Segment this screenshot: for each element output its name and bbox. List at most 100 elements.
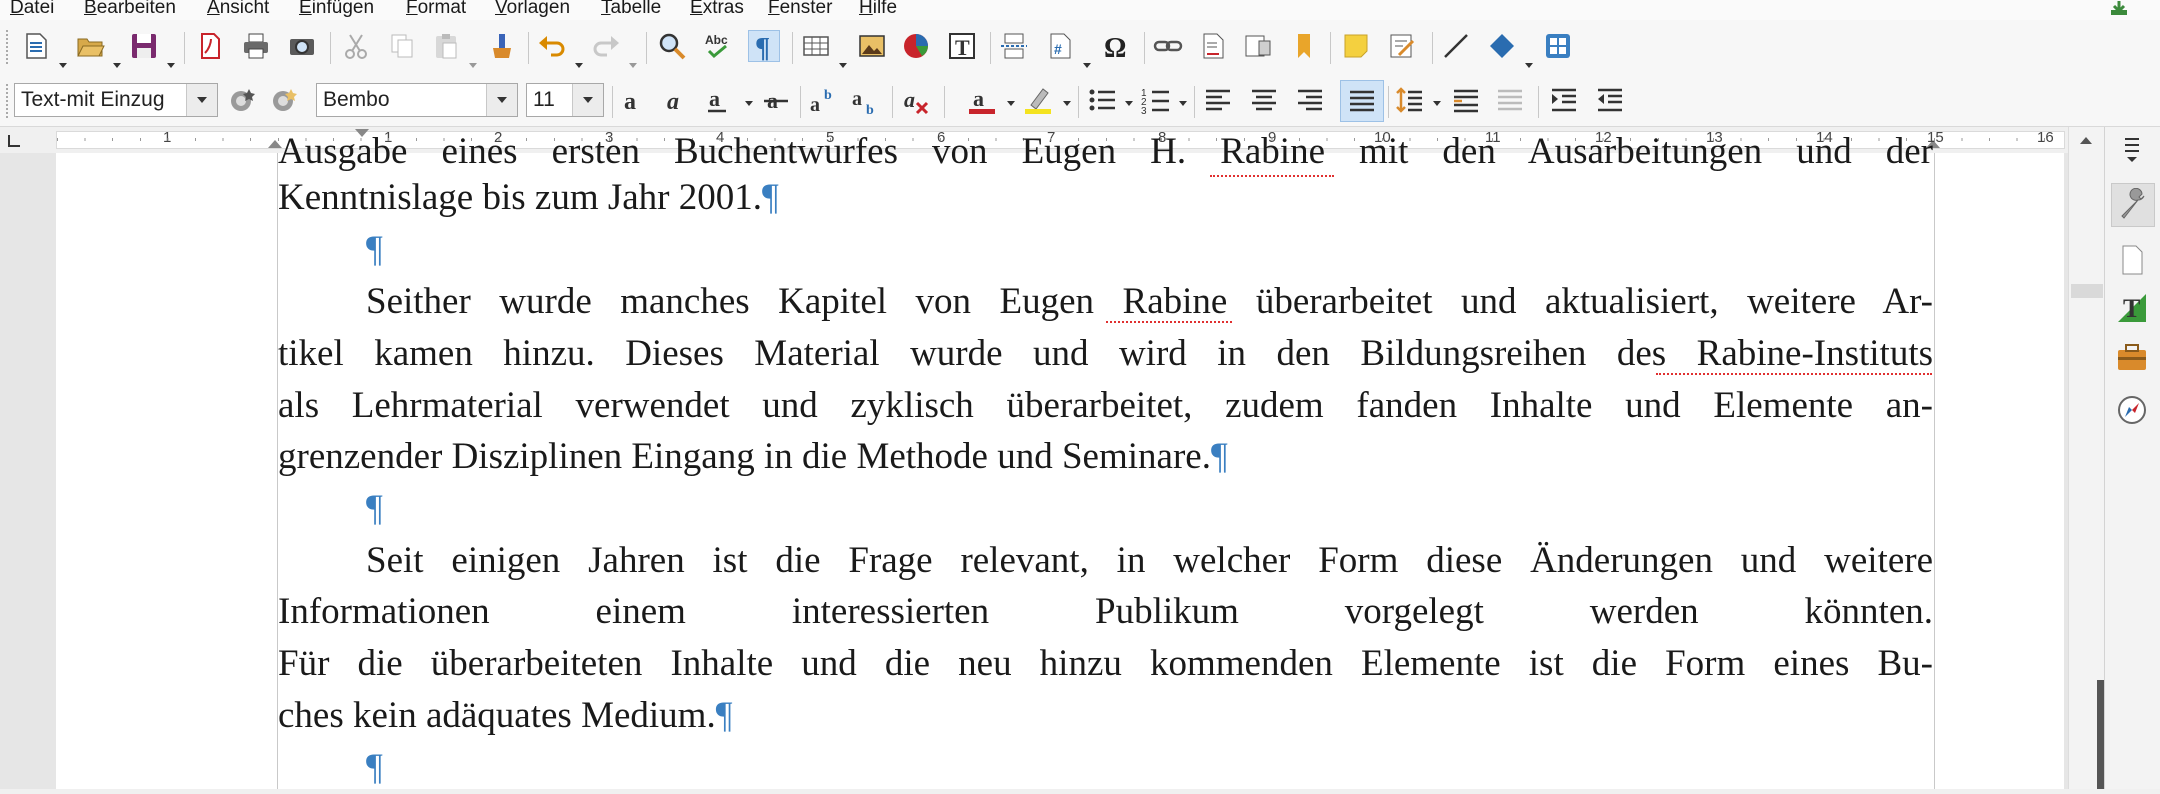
text-line[interactable]: als Lehrmaterial verwendet und zyklisch … (278, 380, 1933, 432)
chevron-down-icon[interactable] (572, 84, 603, 116)
find-replace-icon[interactable] (656, 30, 688, 62)
text-line[interactable]: Für die überarbeiteten Inhalte und die n… (278, 638, 1933, 690)
print-preview-icon[interactable] (286, 30, 318, 62)
text-line[interactable]: grenzender Disziplinen Eingang in die Me… (278, 431, 1933, 483)
insert-image-icon[interactable] (856, 30, 888, 62)
bullet-list-icon[interactable] (1086, 84, 1118, 116)
font-name-combo[interactable]: Bembo (316, 83, 518, 117)
underline-dropdown-icon[interactable] (744, 100, 754, 108)
hyperlink-icon[interactable] (1152, 30, 1184, 62)
empty-line[interactable]: ¶ (278, 224, 2021, 276)
insert-textbox-icon[interactable]: T (946, 30, 978, 62)
clear-formatting-icon[interactable]: a (900, 84, 932, 116)
menu-hilfe[interactable]: Hilfe (859, 0, 897, 19)
align-right-icon[interactable] (1294, 84, 1326, 116)
styles-icon[interactable]: T (2111, 287, 2153, 329)
decrease-paragraph-spacing-icon[interactable] (1494, 84, 1526, 116)
redo-dropdown-icon[interactable] (628, 62, 638, 70)
track-changes-icon[interactable] (1386, 30, 1418, 62)
tab-stop-icon[interactable] (8, 135, 20, 147)
line-spacing-icon[interactable] (1394, 84, 1426, 116)
italic-icon[interactable]: a (660, 84, 692, 116)
font-color-icon[interactable]: a (966, 84, 998, 116)
menu-bearbeiten[interactable]: Bearbeiten (84, 0, 176, 19)
superscript-icon[interactable]: ab (808, 84, 840, 116)
new-document-icon[interactable] (20, 30, 52, 62)
menu-einfuegen[interactable]: Einfügen (299, 0, 374, 19)
insert-table-icon[interactable] (800, 30, 832, 62)
subscript-icon[interactable]: ab (850, 84, 882, 116)
scroll-thumb[interactable] (2071, 284, 2103, 298)
bullet-dropdown-icon[interactable] (1124, 100, 1134, 108)
increase-indent-icon[interactable] (1548, 84, 1580, 116)
drawing-toolbar-icon[interactable] (1542, 30, 1574, 62)
numbered-list-icon[interactable]: 123 (1140, 84, 1172, 116)
undo-icon[interactable] (536, 30, 568, 62)
properties-icon[interactable] (2111, 183, 2155, 227)
cut-icon[interactable] (340, 30, 372, 62)
paragraph-style-combo[interactable]: Text-mit Einzug (14, 83, 218, 117)
field-dropdown-icon[interactable] (1082, 62, 1092, 70)
menu-datei[interactable]: Datei (10, 0, 54, 19)
scroll-up-icon[interactable] (2079, 135, 2093, 145)
menu-vorlagen[interactable]: Vorlagen (495, 0, 570, 19)
text-line[interactable]: Informationen einem interessierten Publi… (278, 586, 1933, 638)
toolbar-grip[interactable] (6, 30, 12, 64)
insert-chart-icon[interactable] (900, 30, 932, 62)
open-folder-icon[interactable] (74, 30, 106, 62)
navigator-icon[interactable] (2111, 389, 2153, 431)
copy-icon[interactable] (386, 30, 418, 62)
export-pdf-icon[interactable] (194, 30, 226, 62)
insert-field-icon[interactable]: # (1044, 30, 1076, 62)
special-character-icon[interactable]: Ω (1100, 30, 1132, 62)
paste-icon[interactable] (430, 30, 462, 62)
new-dropdown-icon[interactable] (58, 62, 68, 70)
sidebar-menu-icon[interactable] (2111, 127, 2153, 169)
print-icon[interactable] (240, 30, 272, 62)
update-icon[interactable] (2108, 0, 2130, 16)
shapes-dropdown-icon[interactable] (1524, 62, 1534, 70)
justify-icon[interactable] (1340, 80, 1384, 122)
chevron-down-icon[interactable] (486, 84, 517, 116)
menu-tabelle[interactable]: Tabelle (601, 0, 661, 19)
menu-format[interactable]: Format (406, 0, 466, 19)
footnote-icon[interactable] (1198, 30, 1230, 62)
font-size-combo[interactable]: 11 (526, 83, 604, 117)
bookmark-icon[interactable] (1288, 30, 1320, 62)
menu-extras[interactable]: Extras (690, 0, 744, 19)
menu-fenster[interactable]: Fenster (768, 0, 832, 19)
vertical-scrollbar[interactable] (2068, 127, 2105, 789)
empty-line[interactable]: ¶ (278, 742, 2021, 794)
align-left-icon[interactable] (1202, 84, 1234, 116)
align-center-icon[interactable] (1248, 84, 1280, 116)
underline-icon[interactable]: a (702, 84, 734, 116)
endnote-icon[interactable] (1242, 30, 1274, 62)
highlight-color-icon[interactable] (1022, 84, 1054, 116)
spelling-icon[interactable]: Abc (702, 30, 734, 62)
menu-ansicht[interactable]: Ansicht (207, 0, 269, 19)
clone-formatting-icon[interactable] (484, 30, 516, 62)
update-style-icon[interactable] (226, 84, 258, 116)
line-icon[interactable] (1440, 30, 1472, 62)
gallery-icon[interactable] (2111, 337, 2153, 379)
redo-icon[interactable] (590, 30, 622, 62)
text-line[interactable]: Seit einigen Jahren ist die Frage releva… (278, 535, 1933, 587)
numbered-dropdown-icon[interactable] (1178, 100, 1188, 108)
highlight-dropdown-icon[interactable] (1062, 100, 1072, 108)
bold-icon[interactable]: a (618, 84, 650, 116)
page-icon[interactable] (2111, 239, 2153, 281)
basic-shapes-icon[interactable] (1486, 30, 1518, 62)
increase-paragraph-spacing-icon[interactable] (1450, 84, 1482, 116)
new-style-icon[interactable] (268, 84, 300, 116)
line-spacing-dropdown-icon[interactable] (1432, 100, 1442, 108)
strikethrough-icon[interactable]: a (760, 84, 792, 116)
toolbar-grip[interactable] (6, 84, 12, 118)
save-dropdown-icon[interactable] (166, 62, 176, 70)
text-line[interactable]: Kenntnislage bis zum Jahr 2001.¶ (278, 172, 1933, 224)
decrease-indent-icon[interactable] (1594, 84, 1626, 116)
open-dropdown-icon[interactable] (112, 62, 122, 70)
undo-dropdown-icon[interactable] (574, 62, 584, 70)
page-break-icon[interactable] (998, 30, 1030, 62)
paste-dropdown-icon[interactable] (468, 62, 478, 70)
comment-icon[interactable] (1340, 30, 1372, 62)
